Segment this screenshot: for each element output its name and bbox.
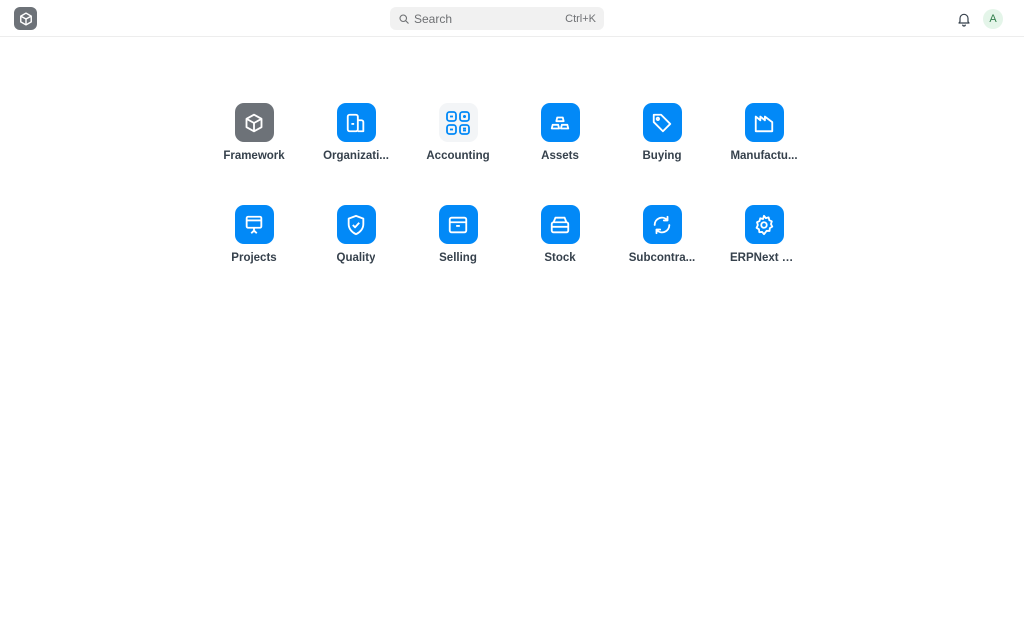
- app-framework[interactable]: Framework: [203, 103, 305, 183]
- shield-check-icon: [336, 205, 376, 244]
- cube-icon: [19, 11, 32, 26]
- factory-icon: [744, 103, 784, 142]
- avatar[interactable]: A: [983, 9, 1003, 29]
- app-label: Assets: [541, 150, 579, 162]
- app-quality[interactable]: Quality: [305, 205, 407, 285]
- stock-icon: [540, 205, 580, 244]
- app-label: Organizati...: [323, 150, 389, 162]
- search-bar[interactable]: Search Ctrl+K: [390, 7, 604, 30]
- app-label: Selling: [439, 252, 477, 264]
- app-accounting[interactable]: Accounting: [407, 103, 509, 183]
- app-grid: Framework Organizati... Accounting Asset…: [203, 103, 815, 285]
- app-label: Subcontra...: [628, 252, 696, 264]
- app-buying[interactable]: Buying: [611, 103, 713, 183]
- search-icon: [398, 13, 410, 25]
- app-projects[interactable]: Projects: [203, 205, 305, 285]
- app-logo[interactable]: [14, 7, 37, 30]
- app-organization[interactable]: Organizati...: [305, 103, 407, 183]
- app-label: Manufactu...: [730, 150, 798, 162]
- tag-icon: [642, 103, 682, 142]
- app-assets[interactable]: Assets: [509, 103, 611, 183]
- top-navbar: Search Ctrl+K A: [0, 0, 1024, 37]
- search-shortcut: Ctrl+K: [565, 12, 596, 25]
- app-erpnext-settings[interactable]: ERPNext S...: [713, 205, 815, 285]
- app-manufacturing[interactable]: Manufactu...: [713, 103, 815, 183]
- cube-icon: [234, 103, 274, 142]
- gear-icon: [744, 205, 784, 244]
- app-label: Quality: [336, 252, 376, 264]
- app-label: Accounting: [426, 150, 490, 162]
- box-icon: [438, 205, 478, 244]
- app-label: Buying: [642, 150, 682, 162]
- app-selling[interactable]: Selling: [407, 205, 509, 285]
- app-stock[interactable]: Stock: [509, 205, 611, 285]
- app-label: Framework: [223, 150, 285, 162]
- organization-icon: [336, 103, 376, 142]
- app-subcontracting[interactable]: Subcontra...: [611, 205, 713, 285]
- presentation-icon: [234, 205, 274, 244]
- bell-icon[interactable]: [956, 11, 972, 27]
- app-label: Stock: [544, 252, 576, 264]
- accounting-grid-icon: [438, 103, 478, 142]
- assets-icon: [540, 103, 580, 142]
- app-label: ERPNext S...: [730, 252, 798, 264]
- search-placeholder: Search: [414, 11, 453, 26]
- app-label: Projects: [231, 252, 277, 264]
- refresh-icon: [642, 205, 682, 244]
